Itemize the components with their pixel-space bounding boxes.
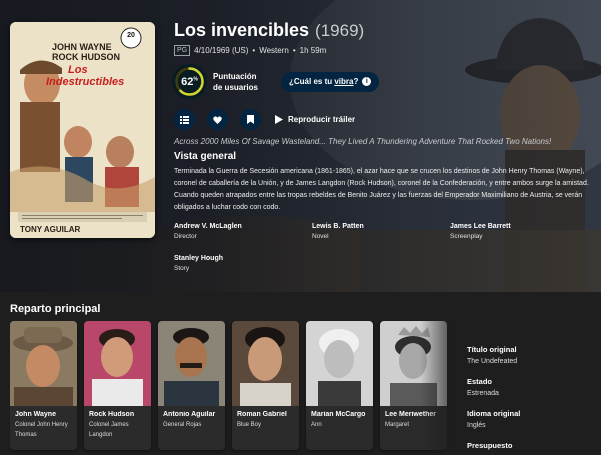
certification-badge: PG xyxy=(174,45,191,56)
crew-name[interactable]: Stanley Hough xyxy=(174,255,304,262)
cast-role: Colonel John Henry Thomas xyxy=(15,422,68,438)
poster-stars-bottom: ROCK HUDSON xyxy=(52,52,121,62)
fact-label: Presupuesto xyxy=(467,441,513,450)
user-score-value: 62 xyxy=(181,75,194,88)
movie-header: JOHN WAYNE ROCK HUDSON Los Indestructibl… xyxy=(0,0,601,292)
vibe-prefix: ¿Cuál es tu xyxy=(289,77,335,86)
fact-value: Inglés xyxy=(467,422,486,429)
vibe-suffix: ? xyxy=(353,77,359,86)
cast-role: Ann xyxy=(311,422,322,428)
watchlist-button[interactable] xyxy=(240,109,261,130)
fact-original-title: Título original The Undefeated xyxy=(467,345,517,365)
fact-value: The Undefeated xyxy=(467,358,518,365)
fact-status: Estado Estrenada xyxy=(467,377,499,397)
crew-item: Lewis B. Patten Novel xyxy=(312,223,442,240)
cast-section: Reparto principal John Wayne Colonel Joh… xyxy=(0,292,601,455)
overview-text: Terminada la Guerra de Secesión american… xyxy=(174,168,589,211)
cast-role: General Rojas xyxy=(163,422,202,428)
cast-name[interactable]: Marian McCargo xyxy=(311,411,368,418)
fact-label: Estado xyxy=(467,377,493,386)
crew-item: Andrew V. McLaglen Director xyxy=(174,223,304,240)
overview-heading: Vista general xyxy=(174,151,237,162)
vibe-button[interactable]: ¿Cuál es tu vibra? i xyxy=(281,71,380,92)
release-date: 4/10/1969 (US) xyxy=(194,46,249,55)
user-score-chart[interactable]: 62% xyxy=(174,66,205,97)
play-trailer-button[interactable]: Reproducir tráiler xyxy=(275,115,355,124)
cast-photo xyxy=(306,321,373,406)
heart-icon xyxy=(213,115,222,124)
runtime: 1h 59m xyxy=(299,46,327,55)
movie-info: Los invencibles (1969) PG 4/10/1969 (US)… xyxy=(174,20,594,130)
crew-name[interactable]: Lewis B. Patten xyxy=(312,223,442,230)
fact-label: Título original xyxy=(467,345,517,354)
cast-card[interactable]: Antonio Aguilar General Rojas xyxy=(158,321,225,450)
play-icon xyxy=(275,115,283,124)
poster-stars-top: JOHN WAYNE xyxy=(52,42,112,52)
favorite-button[interactable] xyxy=(207,109,228,130)
tagline: Across 2000 Miles Of Savage Wasteland...… xyxy=(174,137,552,146)
cast-name[interactable]: Roman Gabriel xyxy=(237,411,294,418)
cast-heading: Reparto principal xyxy=(10,303,101,315)
add-to-list-button[interactable] xyxy=(174,109,195,130)
movie-facts: PG 4/10/1969 (US) • Western • 1h 59m xyxy=(174,45,594,56)
crew-role: Novel xyxy=(312,233,329,240)
cast-photo xyxy=(232,321,299,406)
fact-original-language: Idioma original Inglés xyxy=(467,409,520,429)
action-bar: Reproducir tráiler xyxy=(174,109,594,130)
cast-scroller[interactable]: John Wayne Colonel John Henry Thomas Roc… xyxy=(10,321,450,455)
fact-value: Estrenada xyxy=(467,390,499,397)
poster-title-line2: Indestructibles xyxy=(46,76,125,88)
movie-poster[interactable]: JOHN WAYNE ROCK HUDSON Los Indestructibl… xyxy=(10,22,155,238)
bookmark-icon xyxy=(247,115,254,124)
cast-card[interactable]: Marian McCargo Ann xyxy=(306,321,373,450)
poster-footer: TONY AGUILAR xyxy=(20,225,81,234)
poster-badge: 20 xyxy=(127,32,135,39)
cast-name[interactable]: John Wayne xyxy=(15,411,72,418)
cast-name[interactable]: Antonio Aguilar xyxy=(163,411,220,418)
user-score-label: Puntuación de usuarios xyxy=(213,71,258,92)
crew-role: Story xyxy=(174,265,190,272)
genre-link[interactable]: Western xyxy=(259,46,289,55)
crew-name[interactable]: James Lee Barrett xyxy=(450,223,580,230)
movie-year: (1969) xyxy=(315,21,365,40)
cast-photo xyxy=(10,321,77,406)
crew-role: Screenplay xyxy=(450,233,483,240)
cast-photo xyxy=(158,321,225,406)
cast-name[interactable]: Rock Hudson xyxy=(89,411,146,418)
crew-role: Director xyxy=(174,233,197,240)
info-icon: i xyxy=(362,77,372,86)
cast-card[interactable]: John Wayne Colonel John Henry Thomas xyxy=(10,321,77,450)
fact-label: Idioma original xyxy=(467,409,521,418)
movie-title[interactable]: Los invencibles xyxy=(174,20,309,41)
cast-card[interactable]: Rock Hudson Colonel James Langdon xyxy=(84,321,151,450)
fact-budget: Presupuesto xyxy=(467,441,512,454)
crew-item: James Lee Barrett Screenplay xyxy=(450,223,580,240)
play-trailer-label: Reproducir tráiler xyxy=(288,115,356,124)
poster-title-line1: Los xyxy=(68,64,88,76)
cast-photo xyxy=(84,321,151,406)
crew-name[interactable]: Andrew V. McLaglen xyxy=(174,223,304,230)
list-icon xyxy=(180,115,189,124)
crew-item: Stanley Hough Story xyxy=(174,255,304,272)
vibe-word: vibra xyxy=(334,77,354,86)
cast-card[interactable]: Roman Gabriel Blue Boy xyxy=(232,321,299,450)
cast-role: Colonel James Langdon xyxy=(89,422,129,438)
cast-role: Blue Boy xyxy=(237,422,262,428)
